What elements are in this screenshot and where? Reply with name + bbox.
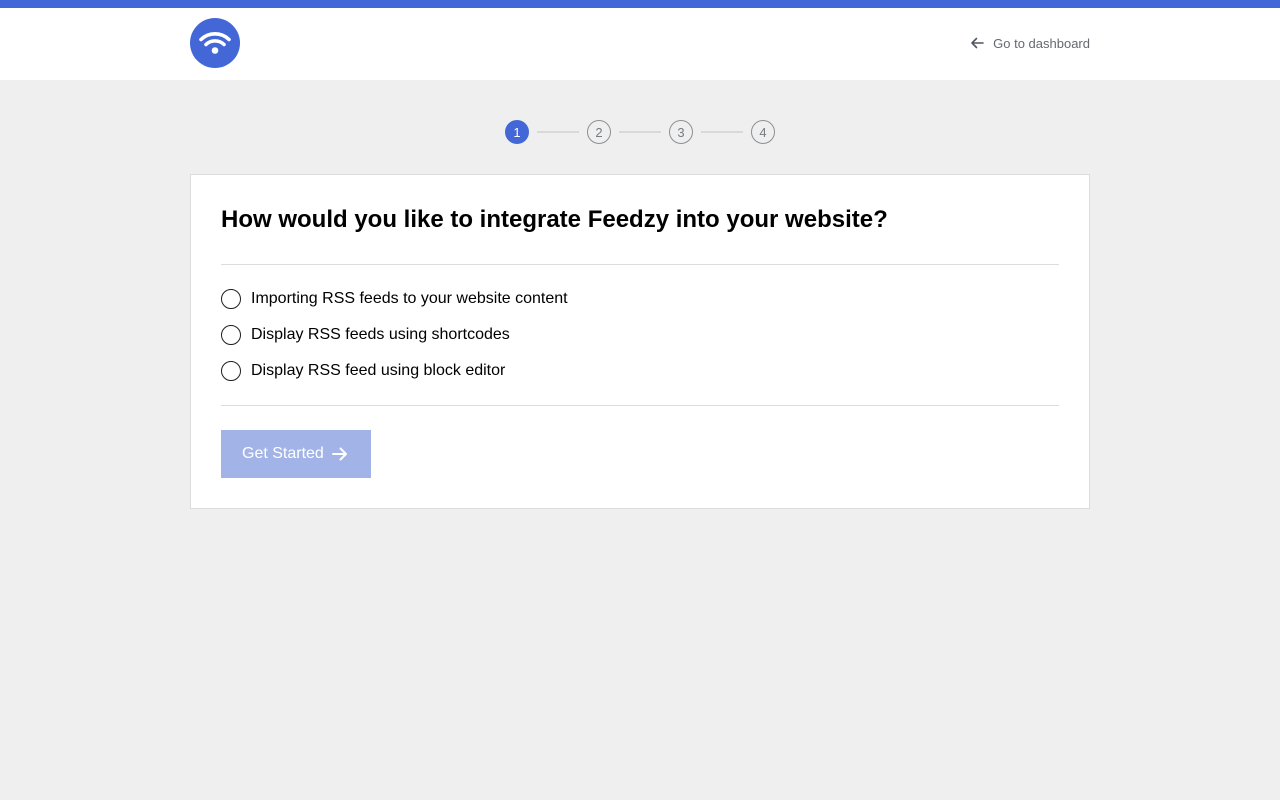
get-started-button[interactable]: Get Started bbox=[221, 430, 371, 478]
option-shortcodes[interactable]: Display RSS feeds using shortcodes bbox=[221, 325, 1059, 345]
option-label: Display RSS feeds using shortcodes bbox=[251, 326, 510, 343]
step-connector bbox=[537, 131, 579, 133]
progress-stepper: 1 2 3 4 bbox=[0, 120, 1280, 144]
card-title: How would you like to integrate Feedzy i… bbox=[221, 206, 888, 233]
get-started-label: Get Started bbox=[242, 445, 324, 462]
go-to-dashboard-link[interactable]: Go to dashboard bbox=[969, 35, 1090, 51]
step-2: 2 bbox=[587, 120, 611, 144]
option-label: Display RSS feed using block editor bbox=[251, 362, 506, 379]
wifi-feed-icon bbox=[199, 32, 231, 54]
integration-card: How would you like to integrate Feedzy i… bbox=[190, 174, 1090, 509]
step-3: 3 bbox=[669, 120, 693, 144]
arrow-left-icon bbox=[971, 37, 984, 49]
arrow-right-icon bbox=[331, 447, 347, 461]
option-block-editor[interactable]: Display RSS feed using block editor bbox=[221, 361, 1059, 381]
step-1: 1 bbox=[505, 120, 529, 144]
radio-button[interactable] bbox=[221, 325, 241, 345]
step-connector bbox=[619, 131, 661, 133]
button-row: Get Started bbox=[221, 406, 1059, 478]
top-accent-bar bbox=[0, 0, 1280, 8]
header-inner: Go to dashboard bbox=[190, 8, 1090, 80]
radio-button[interactable] bbox=[221, 361, 241, 381]
option-label: Importing RSS feeds to your website cont… bbox=[251, 290, 568, 307]
option-import-rss[interactable]: Importing RSS feeds to your website cont… bbox=[221, 289, 1059, 309]
integration-options: Importing RSS feeds to your website cont… bbox=[221, 265, 1059, 405]
step-connector bbox=[701, 131, 743, 133]
header: Go to dashboard bbox=[0, 8, 1280, 80]
radio-button[interactable] bbox=[221, 289, 241, 309]
logo bbox=[190, 18, 240, 68]
step-4: 4 bbox=[751, 120, 775, 144]
go-to-dashboard-label: Go to dashboard bbox=[993, 35, 1090, 51]
